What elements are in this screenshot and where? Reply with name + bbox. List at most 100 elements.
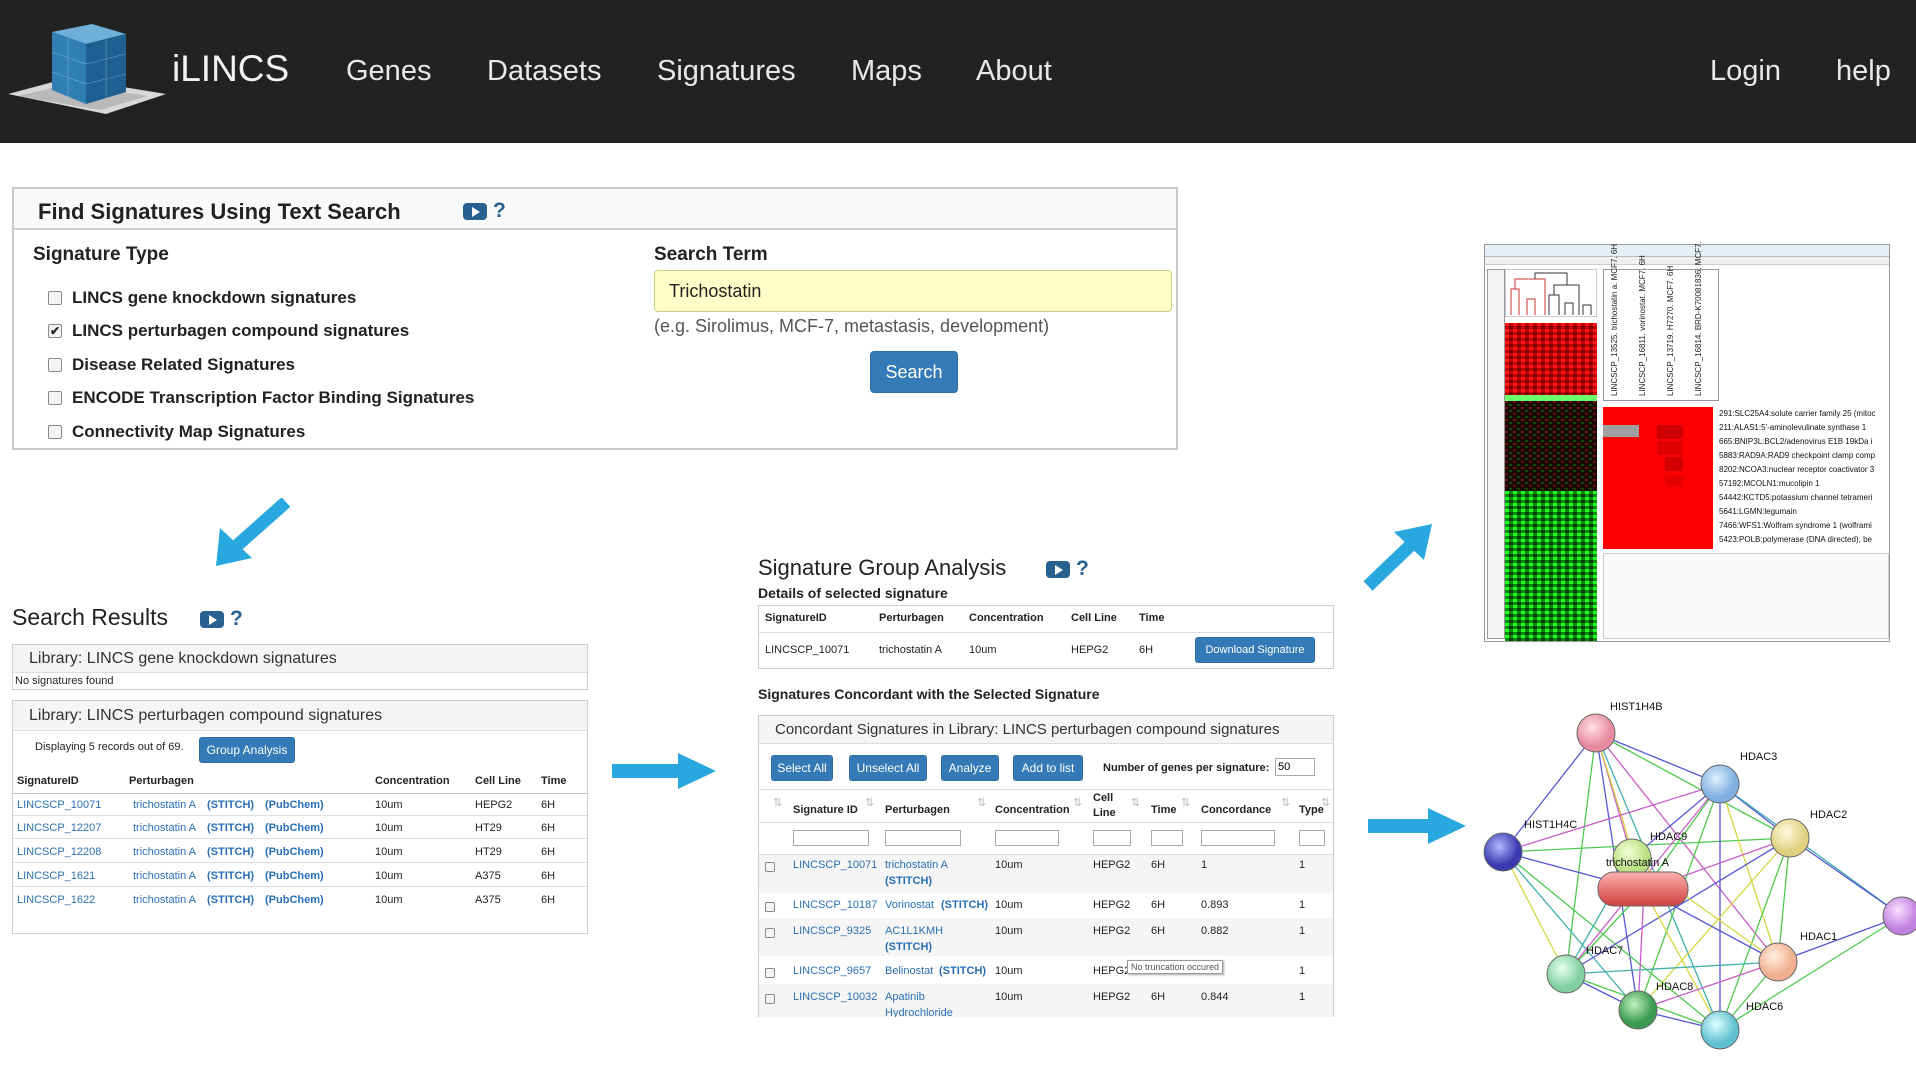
perturbagen-link[interactable]: trichostatin A bbox=[133, 846, 196, 858]
pubchem-link[interactable]: (PubChem) bbox=[265, 799, 324, 811]
signature-id-link[interactable]: LINCSCP_10071 bbox=[17, 799, 101, 811]
node-hdac2[interactable] bbox=[1770, 818, 1810, 858]
perturbagen-link[interactable]: trichostatin A bbox=[133, 894, 196, 906]
ilincs-logo-icon[interactable] bbox=[8, 22, 168, 122]
row-checkbox[interactable] bbox=[765, 928, 775, 938]
stitch-link[interactable]: (STITCH) bbox=[207, 870, 254, 882]
help-question-icon[interactable]: ? bbox=[230, 607, 243, 631]
checkbox-row-cmap[interactable]: Connectivity Map Signatures bbox=[48, 422, 305, 442]
node-hist1h4c[interactable] bbox=[1483, 832, 1523, 872]
genes-per-signature-input[interactable] bbox=[1275, 758, 1315, 776]
analyze-button[interactable]: Analyze bbox=[941, 755, 999, 781]
checkbox-row-encode[interactable]: ENCODE Transcription Factor Binding Sign… bbox=[48, 388, 474, 408]
col-perturbagen[interactable]: Perturbagen bbox=[129, 775, 194, 787]
nav-about[interactable]: About bbox=[976, 55, 1052, 88]
brand-name[interactable]: iLINCS bbox=[172, 48, 289, 90]
perturbagen-link[interactable]: AC1L1KMH bbox=[885, 925, 943, 937]
filter-time-input[interactable] bbox=[1151, 830, 1183, 846]
perturbagen-link[interactable]: trichostatin A bbox=[133, 799, 196, 811]
stitch-link[interactable]: (STITCH) bbox=[939, 965, 986, 977]
col-signature-id[interactable]: Signature ID bbox=[793, 804, 858, 816]
checkbox-encode[interactable] bbox=[48, 391, 62, 405]
pubchem-link[interactable]: (PubChem) bbox=[265, 846, 324, 858]
perturbagen-link[interactable]: Belinostat bbox=[885, 965, 933, 977]
sort-icon[interactable]: ⇅ bbox=[1321, 796, 1330, 809]
sort-icon[interactable]: ⇅ bbox=[1181, 796, 1190, 809]
node-violet[interactable] bbox=[1882, 896, 1916, 936]
pubchem-link[interactable]: (PubChem) bbox=[265, 894, 324, 906]
signature-id-link[interactable]: LINCSCP_10187 bbox=[793, 899, 877, 911]
select-all-button[interactable]: Select All bbox=[771, 755, 833, 781]
search-input[interactable] bbox=[654, 270, 1172, 312]
nav-genes[interactable]: Genes bbox=[346, 55, 431, 88]
filter-cell-line-input[interactable] bbox=[1093, 830, 1131, 846]
perturbagen-link[interactable]: Vorinostat bbox=[885, 899, 934, 911]
row-checkbox[interactable] bbox=[765, 902, 775, 912]
checkbox-row-knockdown[interactable]: LINCS gene knockdown signatures bbox=[48, 288, 356, 308]
perturbagen-link[interactable]: Apatinib bbox=[885, 991, 925, 1003]
node-hdac8[interactable] bbox=[1618, 990, 1658, 1030]
checkbox-row-disease[interactable]: Disease Related Signatures bbox=[48, 355, 295, 375]
signature-id-link[interactable]: LINCSCP_9325 bbox=[793, 925, 871, 937]
filter-signature-id-input[interactable] bbox=[793, 830, 869, 846]
node-trichostatin-a[interactable] bbox=[1597, 871, 1689, 907]
help-question-icon[interactable]: ? bbox=[493, 199, 506, 223]
checkbox-knockdown[interactable] bbox=[48, 291, 62, 305]
sort-icon[interactable]: ⇅ bbox=[865, 796, 874, 809]
node-hdac3[interactable] bbox=[1700, 764, 1740, 804]
stitch-link[interactable]: (STITCH) bbox=[207, 822, 254, 834]
signature-id-link[interactable]: LINCSCP_9657 bbox=[793, 965, 871, 977]
nav-login[interactable]: Login bbox=[1710, 55, 1781, 88]
stitch-link[interactable]: (STITCH) bbox=[207, 894, 254, 906]
nav-datasets[interactable]: Datasets bbox=[487, 55, 601, 88]
stitch-link[interactable]: (STITCH) bbox=[941, 899, 988, 911]
sort-icon[interactable]: ⇅ bbox=[1073, 796, 1082, 809]
stitch-link[interactable]: (STITCH) bbox=[885, 875, 932, 887]
nav-signatures[interactable]: Signatures bbox=[657, 55, 796, 88]
add-to-list-button[interactable]: Add to list bbox=[1013, 755, 1083, 781]
signature-id-link[interactable]: LINCSCP_10032 bbox=[793, 991, 877, 1003]
node-hdac1[interactable] bbox=[1758, 942, 1798, 982]
node-hdac7[interactable] bbox=[1546, 954, 1586, 994]
col-concordance[interactable]: Concordance bbox=[1201, 804, 1271, 816]
row-checkbox[interactable] bbox=[765, 994, 775, 1004]
search-button[interactable]: Search bbox=[870, 351, 958, 393]
col-cell-line[interactable]: Cell Line bbox=[475, 775, 521, 787]
nav-maps[interactable]: Maps bbox=[851, 55, 922, 88]
pubchem-link[interactable]: (PubChem) bbox=[265, 822, 324, 834]
perturbagen-link[interactable]: trichostatin A bbox=[885, 859, 948, 871]
filter-concordance-input[interactable] bbox=[1201, 830, 1275, 846]
video-tutorial-icon[interactable] bbox=[1046, 560, 1070, 578]
help-question-icon[interactable]: ? bbox=[1076, 557, 1089, 581]
sort-icon[interactable]: ⇅ bbox=[977, 796, 986, 809]
perturbagen-link[interactable]: trichostatin A bbox=[133, 870, 196, 882]
unselect-all-button[interactable]: Unselect All bbox=[849, 755, 927, 781]
node-hist1h4b[interactable] bbox=[1576, 713, 1616, 753]
col-time[interactable]: Time bbox=[541, 775, 566, 787]
download-signature-button[interactable]: Download Signature bbox=[1195, 637, 1315, 663]
col-concentration[interactable]: Concentration bbox=[375, 775, 450, 787]
signature-id-link[interactable]: LINCSCP_10071 bbox=[793, 859, 877, 871]
checkbox-compound[interactable]: ✔ bbox=[48, 324, 62, 338]
row-checkbox[interactable] bbox=[765, 968, 775, 978]
sort-icon[interactable]: ⇅ bbox=[773, 796, 782, 809]
row-checkbox[interactable] bbox=[765, 862, 775, 872]
node-hdac6[interactable] bbox=[1700, 1010, 1740, 1050]
stitch-link[interactable]: (STITCH) bbox=[207, 846, 254, 858]
signature-id-link[interactable]: LINCSCP_12208 bbox=[17, 846, 101, 858]
video-tutorial-icon[interactable] bbox=[200, 610, 224, 628]
signature-id-link[interactable]: LINCSCP_12207 bbox=[17, 822, 101, 834]
pubchem-link[interactable]: (PubChem) bbox=[265, 870, 324, 882]
col-signature-id[interactable]: SignatureID bbox=[17, 775, 79, 787]
group-analysis-button[interactable]: Group Analysis bbox=[199, 737, 295, 763]
signature-id-link[interactable]: LINCSCP_1621 bbox=[17, 870, 95, 882]
col-perturbagen[interactable]: Perturbagen bbox=[885, 804, 950, 816]
col-time[interactable]: Time bbox=[1151, 804, 1176, 816]
stitch-link[interactable]: (STITCH) bbox=[885, 941, 932, 953]
perturbagen-link[interactable]: trichostatin A bbox=[133, 822, 196, 834]
checkbox-row-compound[interactable]: ✔ LINCS perturbagen compound signatures bbox=[48, 321, 409, 341]
video-tutorial-icon[interactable] bbox=[463, 202, 487, 220]
nav-help[interactable]: help bbox=[1836, 55, 1891, 88]
perturbagen-link[interactable]: Hydrochloride bbox=[885, 1007, 953, 1017]
checkbox-cmap[interactable] bbox=[48, 425, 62, 439]
